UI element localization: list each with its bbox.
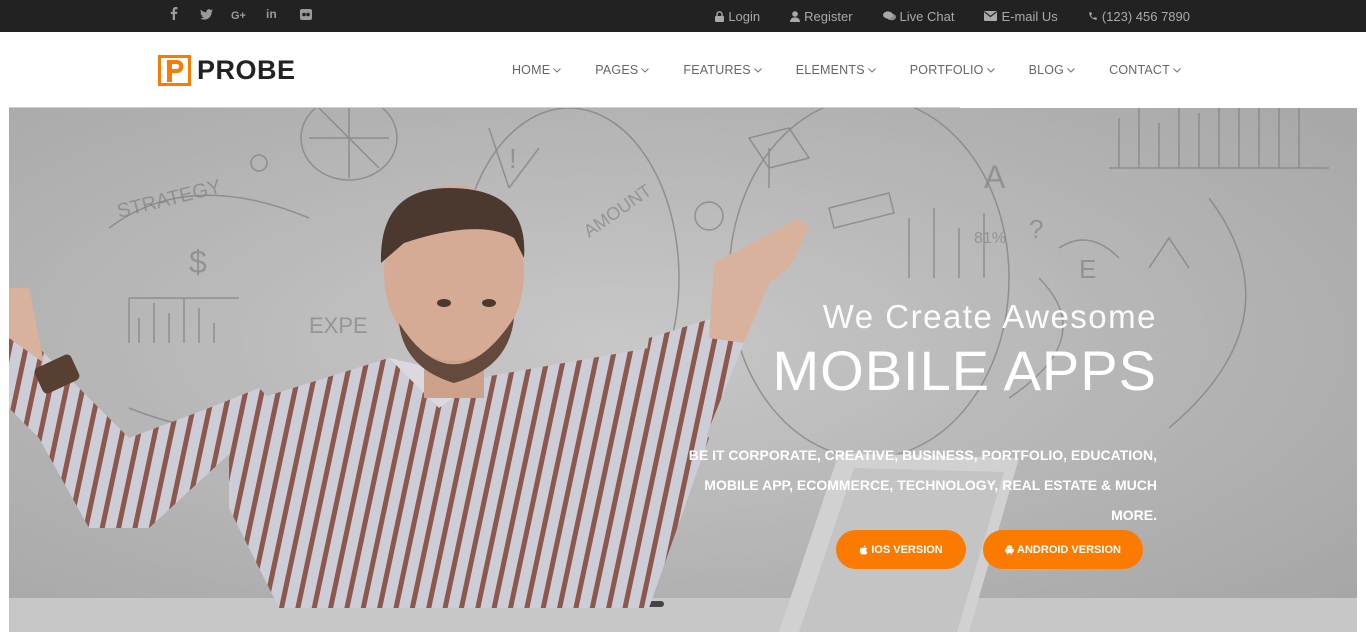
phone-icon [1089,12,1097,20]
google-plus-icon[interactable]: G+ [223,0,256,32]
chevron-down-icon [1067,67,1075,73]
main-header: PROBE HOME PAGES FEATURES ELEMENTS PORTF… [0,32,1366,108]
nav-features-label: FEATURES [683,63,751,77]
ios-version-button[interactable]: IOS VERSION [836,530,966,569]
live-chat-link[interactable]: Live Chat [882,8,955,24]
hero-description-line2: MOBILE APP, ECOMMERCE, TECHNOLOGY, REAL … [704,477,1157,523]
linkedin-icon[interactable]: in [256,0,289,32]
nav-pages[interactable]: PAGES [595,63,650,77]
nav-home-label: HOME [511,63,551,77]
chevron-down-icon [867,67,876,73]
nav-blog[interactable]: BLOG [1029,63,1076,77]
apple-icon [860,544,868,555]
user-icon [790,10,801,22]
register-label: Register [804,8,853,24]
register-link[interactable]: Register [790,8,853,24]
login-link[interactable]: Login [715,9,760,24]
svg-text:G+: G+ [231,10,246,20]
nav-contact-label: CONTACT [1109,63,1170,77]
nav-portfolio-label: PORTFOLIO [909,63,984,77]
phone-label: (123) 456 7890 [1101,8,1190,24]
android-icon [1005,544,1015,554]
email-label: E-mail Us [1001,8,1058,24]
twitter-icon[interactable] [190,0,223,32]
chevron-down-icon [753,67,762,73]
top-bar: G+ in Login Register Live Chat E-mail Us… [0,0,1366,32]
chat-icon [882,11,896,21]
main-nav: HOME PAGES FEATURES ELEMENTS PORTFOLIO B… [478,32,1181,108]
nav-pages-label: PAGES [595,63,639,77]
nav-features[interactable]: FEATURES [683,63,762,77]
social-links: G+ in [157,0,322,32]
svg-text:in: in [266,8,277,20]
chevron-down-icon [986,67,995,73]
nav-blog-label: BLOG [1028,63,1065,77]
hero-slider: STRATEGY $ EXPE AMOUNT A ? 81% E ! We Cr… [9,108,1357,632]
lock-icon [715,10,725,22]
nav-elements-label: ELEMENTS [795,63,865,77]
nav-portfolio[interactable]: PORTFOLIO [910,63,995,77]
hero-heading: We Create Awesome MOBILE APPS [773,298,1158,403]
logo-text: PROBE [197,55,296,85]
live-chat-label: Live Chat [899,8,955,24]
hero-description: BE IT CORPORATE, CREATIVE, BUSINESS, POR… [687,440,1157,530]
facebook-icon[interactable] [157,0,190,32]
logo[interactable]: PROBE [158,55,296,86]
hero-subtitle: We Create Awesome [822,298,1157,335]
ios-version-label: IOS VERSION [871,543,943,556]
nav-home[interactable]: HOME [511,63,562,77]
chevron-down-icon [641,67,650,73]
flickr-icon[interactable] [289,0,322,32]
logo-mark-icon [158,55,191,86]
envelope-icon [984,11,998,21]
chevron-down-icon [553,67,562,73]
phone-link[interactable]: (123) 456 7890 [1088,9,1190,24]
login-label: Login [728,8,761,24]
android-version-label: ANDROID VERSION [1017,543,1121,556]
email-link[interactable]: E-mail Us [984,8,1058,24]
hero-title: MOBILE APPS [772,339,1157,402]
top-links: Login Register Live Chat E-mail Us (123)… [685,0,1190,32]
chevron-down-icon [1173,67,1181,73]
nav-elements[interactable]: ELEMENTS [796,63,876,77]
nav-contact[interactable]: CONTACT [1109,63,1181,77]
hero-description-line1: BE IT CORPORATE, CREATIVE, BUSINESS, POR… [688,447,1157,463]
android-version-button[interactable]: ANDROID VERSION [983,530,1143,569]
